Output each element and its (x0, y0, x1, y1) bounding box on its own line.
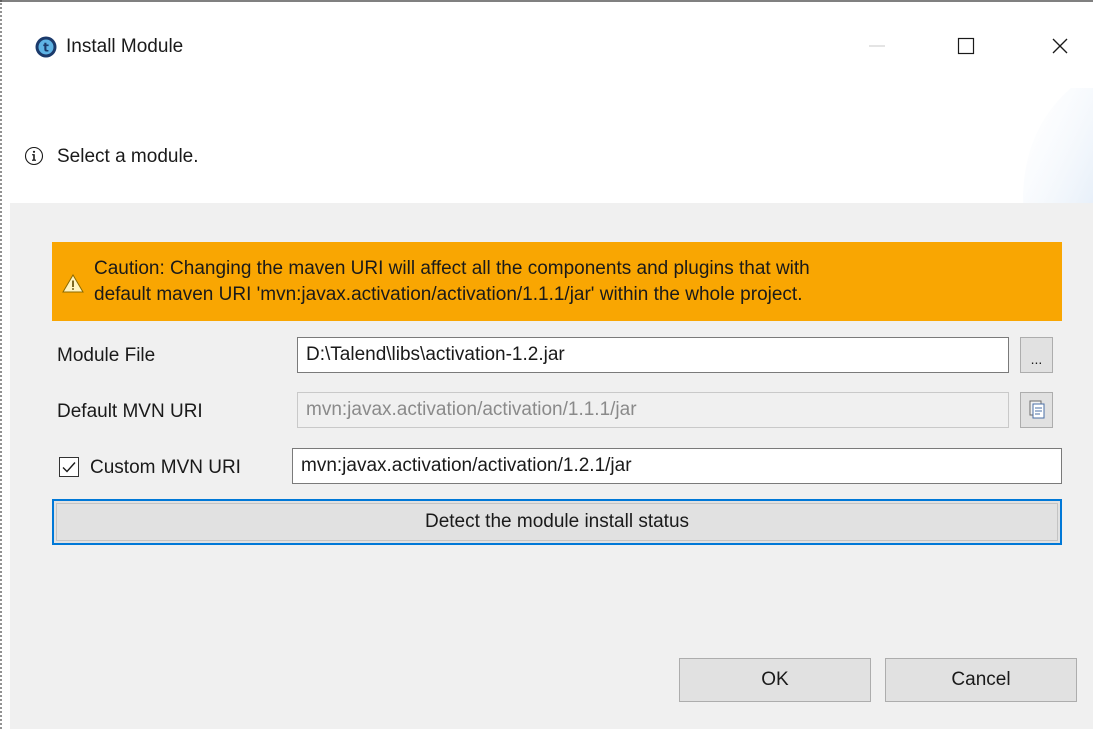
detect-button-label: Detect the module install status (424, 511, 690, 532)
custom-mvn-uri-label[interactable]: Custom MVN URI (90, 457, 241, 479)
window-title: Install Module (66, 36, 184, 57)
header-swoosh-graphic (1023, 88, 1093, 203)
custom-mvn-uri-checkbox[interactable] (59, 457, 79, 477)
close-icon (1052, 38, 1068, 54)
caution-banner: Caution: Changing the maven URI will aff… (52, 242, 1062, 321)
info-icon (24, 146, 44, 166)
browse-button[interactable]: ... (1020, 337, 1053, 373)
checkmark-icon (62, 462, 76, 473)
maximize-icon (957, 37, 975, 55)
close-button[interactable] (1040, 26, 1080, 66)
copy-uri-button[interactable] (1020, 392, 1053, 428)
dialog-body: Caution: Changing the maven URI will aff… (10, 203, 1093, 729)
module-file-label: Module File (57, 345, 156, 366)
ok-button-label: OK (761, 669, 789, 690)
copy-icon (1029, 400, 1044, 419)
header-message: Select a module. (57, 146, 199, 167)
cancel-button[interactable]: Cancel (885, 658, 1077, 702)
default-mvn-uri-field (297, 392, 1009, 428)
minimize-button[interactable] (857, 26, 897, 66)
svg-text:t: t (43, 41, 49, 55)
detect-install-status-button[interactable]: Detect the module install status (52, 499, 1062, 545)
default-mvn-uri-label: Default MVN URI (57, 401, 203, 422)
warning-icon (62, 273, 84, 293)
cancel-button-label: Cancel (951, 669, 1011, 690)
talend-icon: t (35, 36, 57, 58)
caution-text-line-1: Caution: Changing the maven URI will aff… (94, 258, 810, 279)
title-bar[interactable]: t Install Module (10, 2, 1093, 88)
custom-mvn-uri-input[interactable] (292, 448, 1062, 484)
browse-button-label: ... (1030, 351, 1043, 367)
minimize-icon (869, 45, 885, 47)
maximize-button[interactable] (946, 26, 986, 66)
dialog-header: Select a module. (10, 88, 1093, 203)
window-left-border (0, 0, 4, 729)
ok-button[interactable]: OK (679, 658, 871, 702)
install-module-dialog: t Install Module Select a module. Cautio… (0, 0, 1093, 729)
module-file-input[interactable] (297, 337, 1009, 373)
caution-text-line-2: default maven URI 'mvn:javax.activation/… (94, 284, 803, 305)
